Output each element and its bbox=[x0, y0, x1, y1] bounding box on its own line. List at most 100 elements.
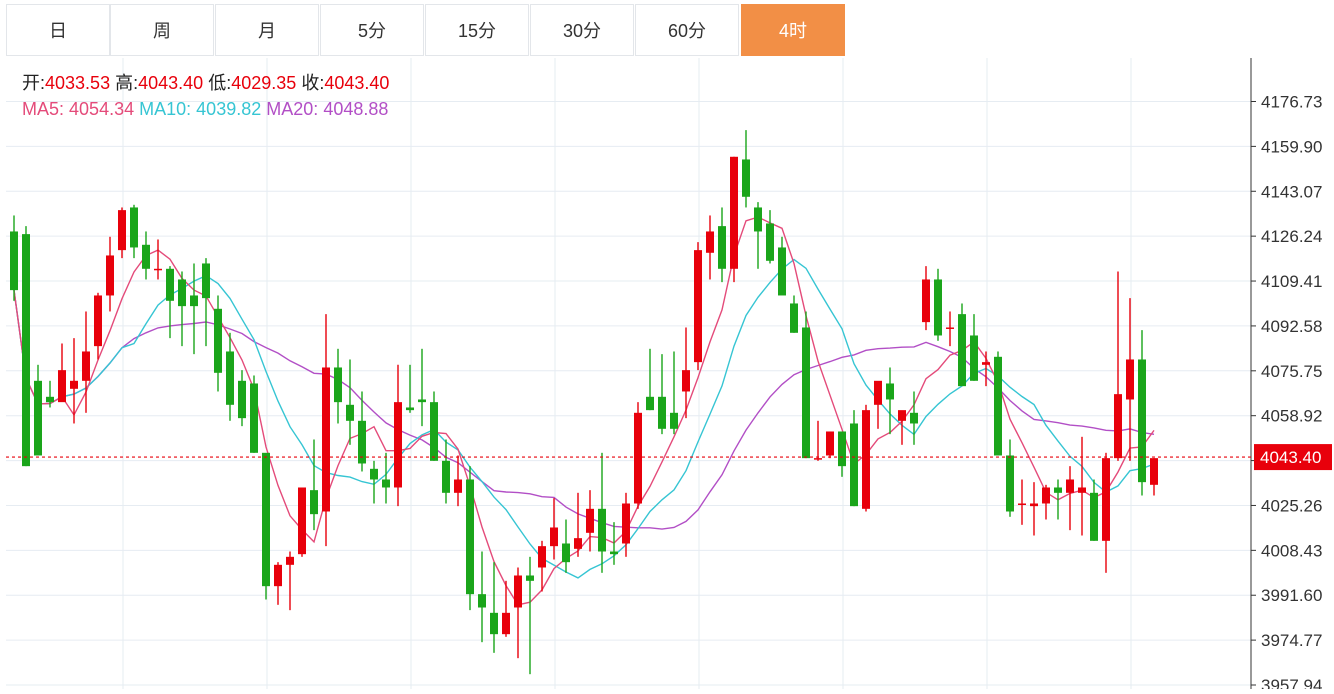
candle bbox=[346, 359, 354, 445]
candle bbox=[514, 567, 522, 659]
candle bbox=[1066, 466, 1074, 531]
candle bbox=[802, 311, 810, 459]
last-price-label: 4043.40 bbox=[1260, 448, 1321, 467]
tab-month[interactable]: 月 bbox=[215, 4, 319, 56]
ma5-label: MA5: bbox=[22, 99, 65, 119]
candle bbox=[814, 420, 822, 461]
tab-15min[interactable]: 15分 bbox=[425, 4, 529, 56]
ma10-label: MA10: bbox=[139, 99, 192, 119]
candle bbox=[142, 231, 150, 280]
ma10-path bbox=[13, 258, 1155, 579]
y-tick-label: 4159.90 bbox=[1261, 137, 1322, 156]
ma20-value: 4048.88 bbox=[323, 99, 389, 119]
y-tick-label: 3974.77 bbox=[1261, 631, 1322, 650]
candle bbox=[526, 556, 534, 675]
y-tick-label: 4075.75 bbox=[1261, 362, 1322, 381]
ma10-line bbox=[13, 258, 1155, 579]
grid-lines bbox=[6, 58, 1251, 689]
candle bbox=[10, 215, 18, 301]
ma10-value: 4039.82 bbox=[196, 99, 262, 119]
ohlc-legend: 开:4033.53 高:4043.40 低:4029.35 收:4043.40 … bbox=[22, 70, 389, 122]
candle bbox=[742, 130, 750, 208]
candle bbox=[22, 226, 30, 467]
y-axis: 4176.73 4159.90 4143.07 4126.24 4109.41 4092.… bbox=[1250, 58, 1322, 694]
candle bbox=[334, 348, 342, 424]
candle bbox=[1054, 479, 1062, 520]
candle bbox=[1138, 330, 1146, 496]
y-tick-label: 3991.60 bbox=[1261, 586, 1322, 605]
candle bbox=[34, 364, 42, 456]
candle bbox=[262, 452, 270, 600]
close-value: 4043.40 bbox=[324, 73, 390, 93]
tab-5min[interactable]: 5分 bbox=[320, 4, 424, 56]
ohlc-row: 开:4033.53 高:4043.40 低:4029.35 收:4043.40 bbox=[22, 70, 389, 96]
candle bbox=[718, 207, 726, 283]
candle bbox=[790, 295, 798, 333]
candle bbox=[274, 562, 282, 605]
y-tick-label: 4126.24 bbox=[1261, 227, 1322, 246]
candle bbox=[946, 311, 954, 347]
candle bbox=[598, 452, 606, 573]
candle bbox=[670, 351, 678, 435]
ma5-legend: MA5: 4054.34 bbox=[22, 99, 134, 119]
candle bbox=[646, 348, 654, 411]
candle bbox=[154, 239, 162, 280]
candle bbox=[322, 314, 330, 547]
tab-day[interactable]: 日 bbox=[6, 4, 110, 56]
candle bbox=[826, 431, 834, 459]
candle bbox=[166, 266, 174, 339]
candle bbox=[994, 351, 1002, 456]
candle bbox=[694, 242, 702, 371]
candle bbox=[118, 207, 126, 259]
candle bbox=[94, 292, 102, 360]
y-tick-label: 4008.43 bbox=[1261, 541, 1322, 560]
candle bbox=[1006, 439, 1014, 517]
y-tick-label: 4092.58 bbox=[1261, 317, 1322, 336]
candle bbox=[418, 348, 426, 427]
candle bbox=[1102, 452, 1110, 573]
tab-4hour[interactable]: 4时 bbox=[741, 4, 845, 56]
candle bbox=[850, 410, 858, 507]
candle bbox=[886, 367, 894, 435]
candle bbox=[310, 439, 318, 531]
y-tick-label: 4025.26 bbox=[1261, 496, 1322, 515]
candle bbox=[406, 364, 414, 413]
low-label: 低: bbox=[208, 73, 232, 93]
candle bbox=[178, 271, 186, 347]
candle bbox=[1090, 479, 1098, 541]
candle bbox=[1150, 458, 1158, 496]
candles-group bbox=[10, 130, 1158, 675]
candle bbox=[706, 215, 714, 280]
candle bbox=[238, 370, 246, 427]
candle bbox=[478, 551, 486, 643]
candle bbox=[778, 236, 786, 296]
ma5-value: 4054.34 bbox=[69, 99, 135, 119]
candle bbox=[574, 492, 582, 557]
candle bbox=[1114, 271, 1122, 461]
low-value: 4029.35 bbox=[231, 73, 297, 93]
candle bbox=[838, 431, 846, 477]
ma10-legend: MA10: 4039.82 bbox=[139, 99, 261, 119]
ma5-path bbox=[13, 216, 1155, 606]
tab-30min[interactable]: 30分 bbox=[530, 4, 634, 56]
tab-60min[interactable]: 60分 bbox=[635, 4, 739, 56]
tab-week[interactable]: 周 bbox=[110, 4, 214, 56]
candle bbox=[394, 364, 402, 507]
period-tabs: 日 周 月 5分 15分 30分 60分 4时 bbox=[6, 4, 1251, 58]
y-tick-label: 4109.41 bbox=[1261, 272, 1322, 291]
ma20-legend: MA20: 4048.88 bbox=[266, 99, 388, 119]
candle bbox=[442, 439, 450, 504]
ma-row: MA5: 4054.34 MA10: 4039.82 MA20: 4048.88 bbox=[22, 96, 389, 122]
candle bbox=[862, 404, 870, 512]
y-tick-label: 3957.94 bbox=[1261, 676, 1322, 689]
candle bbox=[730, 156, 738, 283]
candle bbox=[634, 402, 642, 509]
candle bbox=[1018, 479, 1026, 525]
candle bbox=[298, 487, 306, 557]
candle bbox=[58, 343, 66, 403]
candle bbox=[754, 202, 762, 269]
candle bbox=[682, 327, 690, 419]
candle bbox=[466, 466, 474, 611]
candle bbox=[454, 455, 462, 507]
candle bbox=[1030, 482, 1038, 536]
